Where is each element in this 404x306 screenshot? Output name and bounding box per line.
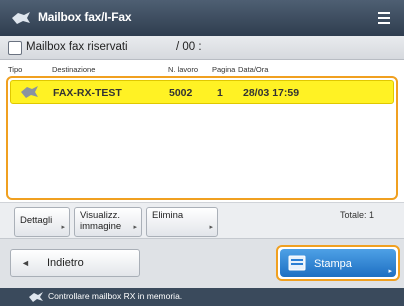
print-button[interactable]: Stampa ▸ xyxy=(276,245,400,281)
print-label: Stampa xyxy=(314,258,352,270)
back-button[interactable]: ◄ Indietro xyxy=(10,249,140,277)
action-bar: Dettagli ▸ Visualizz. immagine ▸ Elimina… xyxy=(0,202,404,238)
preview-arrow-icon: ▸ xyxy=(133,224,137,231)
back-arrow-icon: ◄ xyxy=(21,258,30,268)
row-job-no: 5002 xyxy=(169,87,193,99)
fax-icon xyxy=(12,12,30,24)
delete-arrow-icon: ▸ xyxy=(209,224,213,231)
details-label: Dettagli xyxy=(20,215,53,226)
col-type: Tipo xyxy=(8,65,23,74)
col-pages: Pagina xyxy=(212,65,236,74)
col-job-no: N. lavoro xyxy=(168,65,199,74)
preview-label-line2: immagine xyxy=(80,221,122,232)
hamburger-menu-icon xyxy=(378,12,390,14)
total-count: Totale: 1 xyxy=(339,210,374,220)
window-title: Mailbox fax/I-Fax xyxy=(38,10,132,24)
menu-button[interactable] xyxy=(372,7,396,29)
delete-button[interactable]: Elimina ▸ xyxy=(146,207,218,237)
details-button[interactable]: Dettagli ▸ xyxy=(14,207,70,237)
mailbox-header: Mailbox fax riservati / 00 : xyxy=(0,36,404,60)
mailbox-count: / 00 : xyxy=(176,41,202,53)
title-bar: Mailbox fax/I-Fax xyxy=(0,0,404,36)
row-pages: 1 xyxy=(217,87,223,99)
back-label: Indietro xyxy=(47,257,84,269)
preview-image-button[interactable]: Visualizz. immagine ▸ xyxy=(74,207,142,237)
status-message: Controllare mailbox RX in memoria. xyxy=(48,291,183,301)
fax-receive-icon xyxy=(21,86,38,98)
row-datetime: 28/03 17:59 xyxy=(243,87,300,99)
navigation-bar: ◄ Indietro Stampa ▸ xyxy=(0,238,404,288)
details-arrow-icon: ▸ xyxy=(61,224,65,231)
status-bar: Controllare mailbox RX in memoria. xyxy=(0,288,404,306)
col-datetime: Data/Ora xyxy=(238,65,269,74)
print-icon xyxy=(288,255,306,271)
column-headers: Tipo Destinazione N. lavoro Pagina Data/… xyxy=(0,62,404,76)
preview-label-line1: Visualizz. xyxy=(80,210,120,221)
job-list: FAX-RX-TEST 5002 1 28/03 17:59 xyxy=(6,76,398,200)
row-destination: FAX-RX-TEST xyxy=(53,87,122,99)
fax-status-icon xyxy=(29,292,43,302)
delete-label: Elimina xyxy=(152,210,184,221)
mailbox-icon xyxy=(8,41,22,55)
mailbox-name: Mailbox fax riservati xyxy=(26,41,128,53)
table-row[interactable]: FAX-RX-TEST 5002 1 28/03 17:59 xyxy=(10,80,394,104)
col-destination: Destinazione xyxy=(52,65,96,74)
print-arrow-icon: ▸ xyxy=(388,268,392,275)
